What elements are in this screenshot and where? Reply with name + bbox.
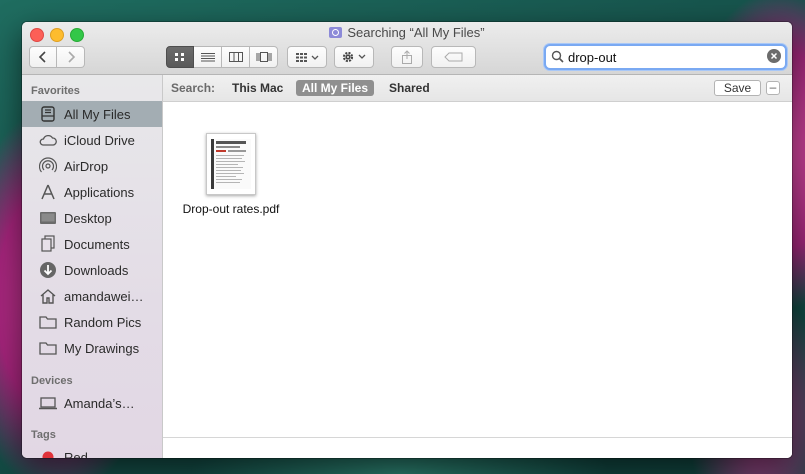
scope-this-mac[interactable]: This Mac — [226, 80, 289, 96]
window-title: Searching “All My Files” — [22, 25, 792, 40]
desktop-icon — [38, 210, 58, 226]
sidebar-item-label: amandawei… — [64, 288, 144, 304]
sidebar-item-random-pics[interactable]: Random Pics — [22, 309, 162, 335]
sidebar-item-device-laptop[interactable]: Amanda’s… — [22, 390, 162, 416]
sidebar-item-all-my-files[interactable]: All My Files — [22, 101, 162, 127]
sidebar-item-label: Random Pics — [64, 314, 142, 330]
sidebar-item-tag-red[interactable]: Red — [22, 444, 162, 458]
sidebar-item-label: All My Files — [64, 106, 131, 122]
sidebar-item-label: AirDrop — [64, 158, 109, 174]
search-input[interactable] — [568, 48, 758, 66]
scope-shared[interactable]: Shared — [383, 80, 436, 96]
clear-search-icon[interactable] — [767, 49, 781, 63]
folder-icon — [38, 314, 58, 330]
chevron-left-icon — [38, 51, 46, 63]
finder-window: Searching “All My Files” drop-out Favori… — [22, 22, 792, 458]
sidebar-item-label: iCloud Drive — [64, 132, 135, 148]
search-scope-bar: Search: This Mac All My Files Shared Sav… — [163, 75, 792, 102]
laptop-icon — [38, 395, 58, 411]
status-bar — [163, 437, 792, 458]
smart-folder-icon — [329, 27, 343, 38]
airdrop-icon — [38, 157, 58, 174]
icon-view-icon — [175, 53, 184, 61]
sidebar-item-label: Desktop — [64, 210, 112, 226]
window-title-text: Searching “All My Files” — [347, 25, 485, 40]
cloud-icon — [38, 132, 58, 148]
save-search-button[interactable]: Save — [714, 80, 761, 96]
file-item[interactable]: Drop-out rates.pdf — [178, 133, 284, 216]
home-icon — [38, 288, 58, 304]
devices-header: Devices — [31, 375, 73, 387]
file-browser-area: Search: This Mac All My Files Shared Sav… — [163, 75, 792, 458]
coverflow-view-button[interactable] — [250, 46, 278, 68]
pdf-file-icon — [206, 133, 256, 195]
sidebar-item-airdrop[interactable]: AirDrop — [22, 153, 162, 179]
share-icon — [402, 50, 412, 64]
arrange-button[interactable] — [287, 46, 327, 68]
list-view-button[interactable] — [194, 46, 222, 68]
sidebar-item-label: Applications — [64, 184, 135, 200]
title-bar: Searching “All My Files” — [22, 22, 792, 75]
sidebar-item-applications[interactable]: Applications — [22, 179, 162, 205]
applications-icon — [38, 184, 58, 200]
tags-header: Tags — [31, 429, 56, 441]
icon-view-button[interactable] — [166, 46, 194, 68]
gear-icon — [342, 51, 366, 63]
favorites-header: Favorites — [31, 85, 80, 97]
sidebar-item-desktop[interactable]: Desktop — [22, 205, 162, 231]
sidebar-item-downloads[interactable]: Downloads — [22, 257, 162, 283]
search-field[interactable] — [544, 44, 787, 70]
back-forward-group — [29, 46, 85, 68]
all-files-icon — [38, 106, 58, 122]
sidebar-item-label: Red — [64, 449, 88, 459]
column-view-button[interactable] — [222, 46, 250, 68]
folder-icon — [38, 340, 58, 356]
edit-tags-button[interactable] — [431, 46, 476, 68]
sidebar-item-label: My Drawings — [64, 340, 140, 356]
coverflow-view-icon — [256, 52, 271, 62]
forward-button[interactable] — [57, 46, 85, 68]
red-tag-dot-icon — [38, 449, 58, 458]
remove-search-button[interactable]: – — [766, 81, 780, 95]
arrange-grid-icon — [296, 53, 319, 62]
tag-icon — [443, 52, 462, 62]
sidebar-item-home[interactable]: amandawei… — [22, 283, 162, 309]
sidebar-item-documents[interactable]: Documents — [22, 231, 162, 257]
chevron-right-icon — [67, 51, 75, 63]
share-button[interactable] — [391, 46, 423, 68]
action-menu-button[interactable] — [334, 46, 374, 68]
sidebar-item-my-drawings[interactable]: My Drawings — [22, 335, 162, 361]
sidebar-item-label: Downloads — [64, 262, 129, 278]
view-mode-group — [166, 46, 278, 68]
file-name: Drop-out rates.pdf — [182, 202, 280, 216]
column-view-icon — [228, 52, 243, 62]
scope-all-my-files[interactable]: All My Files — [296, 80, 375, 96]
sidebar-item-label: Documents — [64, 236, 130, 252]
sidebar-item-icloud-drive[interactable]: iCloud Drive — [22, 127, 162, 153]
downloads-icon — [38, 262, 58, 278]
search-scope-label: Search: — [171, 81, 216, 95]
sidebar-item-label: Amanda’s… — [64, 395, 135, 411]
sidebar: Favorites All My Files iCloud Drive AirD… — [22, 75, 163, 458]
documents-icon — [38, 235, 58, 252]
back-button[interactable] — [29, 46, 57, 68]
list-view-icon — [200, 53, 215, 62]
search-icon — [551, 50, 564, 63]
